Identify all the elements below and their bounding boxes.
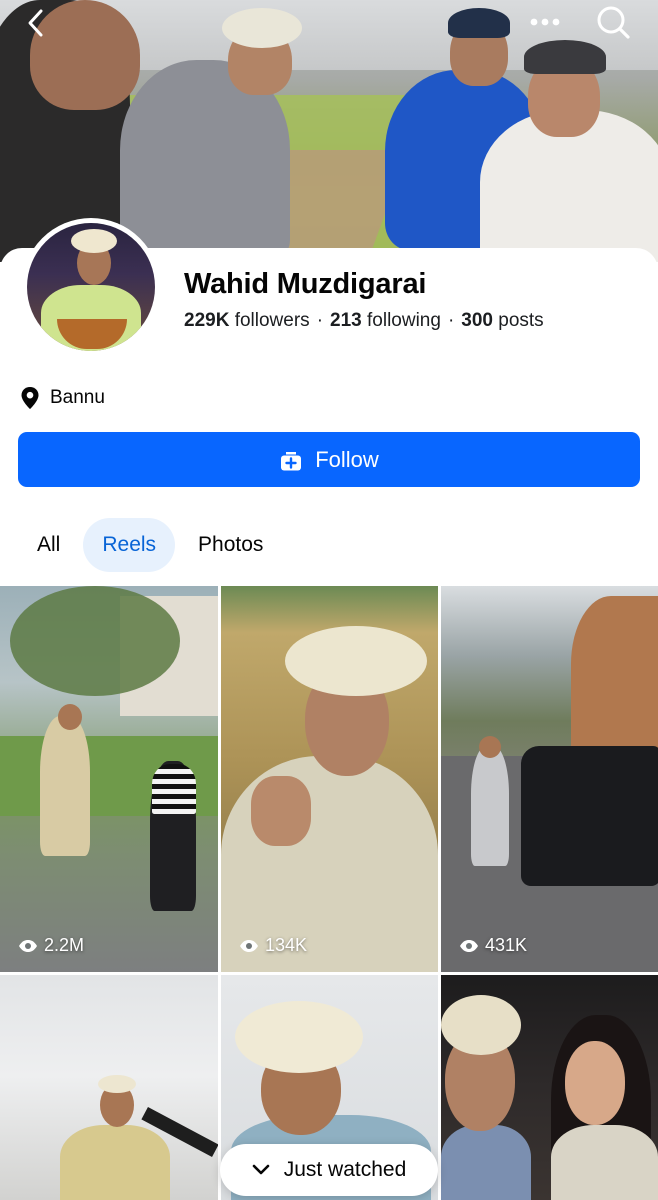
reel-views: 134K <box>239 935 307 956</box>
tile-person-turban <box>98 1075 136 1093</box>
just-watched-button[interactable]: Just watched <box>220 1144 438 1196</box>
more-button[interactable] <box>522 4 568 40</box>
profile-name: Wahid Muzdigarai <box>184 268 427 300</box>
tile-person-turban <box>285 626 427 696</box>
follow-label: Follow <box>315 446 379 472</box>
reel-tile[interactable]: 134K <box>221 586 438 972</box>
reel-tile[interactable] <box>441 975 658 1200</box>
avatar[interactable] <box>22 218 160 356</box>
tile-person <box>40 716 90 856</box>
tab-photos[interactable]: Photos <box>179 518 282 572</box>
followers-stat[interactable]: 229K followers <box>184 310 310 331</box>
content-tabs: All Reels Photos <box>18 518 282 572</box>
stats-separator: · <box>316 310 324 331</box>
eye-icon <box>460 939 478 952</box>
chevron-down-icon <box>252 1164 270 1175</box>
tile-person-hand <box>251 776 311 846</box>
following-stat[interactable]: 213 following <box>330 310 441 331</box>
stats-separator: · <box>447 310 455 331</box>
avatar-turban <box>71 229 117 253</box>
map-pin-icon <box>21 387 39 409</box>
posts-count: 300 <box>461 310 493 331</box>
tile-person-head <box>479 736 501 758</box>
eye-icon <box>19 939 37 952</box>
follow-add-icon <box>281 451 302 470</box>
reels-grid: 2.2M 134K 431K <box>0 586 658 1200</box>
followers-label: followers <box>234 310 310 331</box>
avatar-photo <box>27 223 155 351</box>
search-icon <box>597 6 630 39</box>
reel-views-count: 2.2M <box>44 935 85 955</box>
top-bar <box>0 0 658 52</box>
tile-person-head <box>58 704 82 730</box>
tile-person <box>471 746 509 866</box>
search-button[interactable] <box>590 2 636 42</box>
follow-button[interactable]: Follow <box>18 432 640 487</box>
reel-tile[interactable]: 2.2M <box>0 586 218 972</box>
tile-person-turban <box>441 995 521 1055</box>
reel-views-count: 431K <box>485 935 528 955</box>
tile-person <box>551 1125 658 1200</box>
profile-stats: 229K followers · 213 following · 300 posts <box>184 310 544 332</box>
tile-tree <box>10 586 180 696</box>
just-watched-label: Just watched <box>283 1158 407 1181</box>
following-count: 213 <box>330 310 362 331</box>
followers-count: 229K <box>184 310 230 331</box>
reel-views-count: 134K <box>265 935 308 955</box>
eye-icon <box>240 939 258 952</box>
tile-person-head <box>565 1041 625 1125</box>
reel-views: 431K <box>459 935 527 956</box>
location-label: Bannu <box>50 387 105 408</box>
more-dots-icon <box>530 18 560 26</box>
tile-cliff <box>571 596 658 766</box>
profile-location: Bannu <box>20 386 105 410</box>
tile-person <box>60 1125 170 1200</box>
chevron-left-icon <box>28 9 43 37</box>
tile-person-top <box>152 764 196 814</box>
reel-tile[interactable]: 431K <box>441 586 658 972</box>
tab-all[interactable]: All <box>18 518 79 572</box>
back-button[interactable] <box>14 4 58 42</box>
posts-label: posts <box>498 310 544 331</box>
tab-reels[interactable]: Reels <box>83 518 176 572</box>
reel-tile[interactable] <box>0 975 218 1200</box>
following-label: following <box>367 310 441 331</box>
tile-person-turban <box>235 1001 363 1073</box>
posts-stat[interactable]: 300 posts <box>461 310 543 331</box>
tile-person <box>441 1125 531 1200</box>
reel-views: 2.2M <box>18 935 84 956</box>
tile-car <box>521 746 658 886</box>
